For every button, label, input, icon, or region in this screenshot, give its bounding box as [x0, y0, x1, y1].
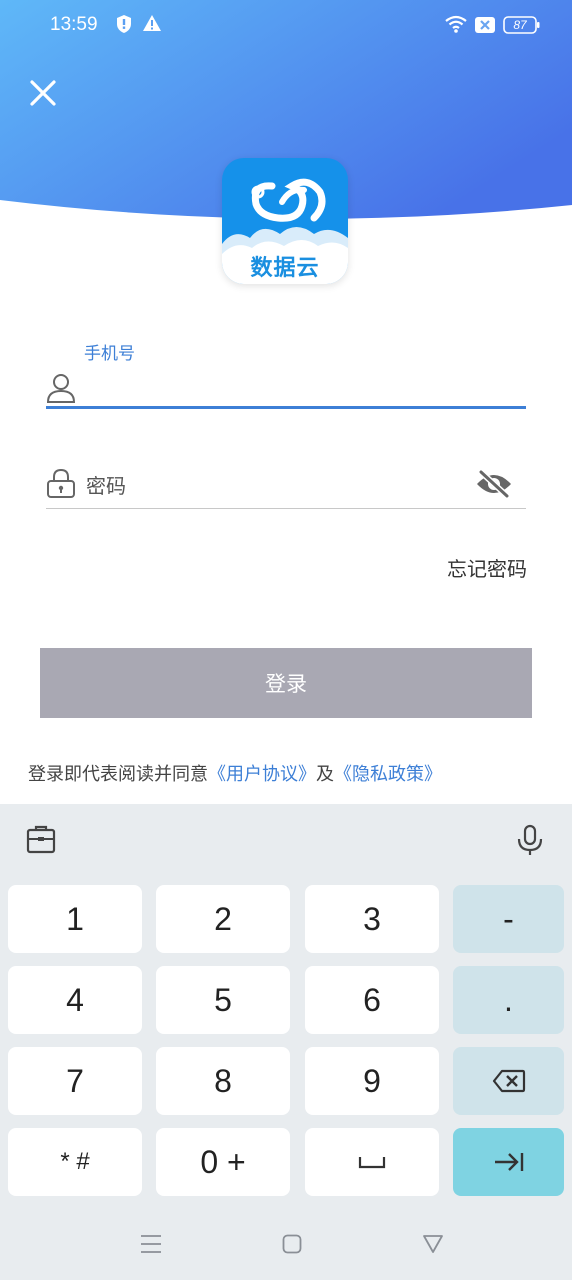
battery-level: 87 [513, 18, 527, 32]
navigation-bar [0, 1210, 572, 1280]
key-next[interactable] [453, 1128, 564, 1196]
battery-icon: 87 [503, 16, 540, 34]
password-underline [46, 508, 526, 509]
password-input[interactable] [84, 469, 468, 503]
agreement-text: 登录即代表阅读并同意《用户协议》及《隐私政策》 [28, 760, 442, 786]
wifi-icon [445, 15, 467, 33]
app-logo: 数据云 [222, 158, 348, 284]
key-8[interactable]: 8 [156, 1047, 290, 1115]
logo-text: 数据云 [250, 256, 320, 281]
key-space[interactable] [305, 1128, 439, 1196]
menu-icon[interactable] [140, 1234, 162, 1254]
login-button[interactable]: 登录 [40, 648, 532, 718]
home-icon[interactable] [282, 1234, 302, 1254]
agreement-conjunction: 及 [316, 764, 334, 785]
back-icon[interactable] [422, 1234, 444, 1254]
backspace-icon [492, 1069, 525, 1093]
key-backspace[interactable] [453, 1047, 564, 1115]
tab-next-icon [494, 1153, 523, 1171]
phone-underline [46, 406, 526, 409]
key-0-plus[interactable]: 0 + [156, 1128, 290, 1196]
warning-icon [143, 15, 161, 31]
key-1[interactable]: 1 [8, 885, 142, 953]
eye-off-icon[interactable] [475, 468, 513, 500]
phone-input[interactable] [84, 372, 518, 408]
key-5[interactable]: 5 [156, 966, 290, 1034]
clipboard-icon[interactable] [26, 824, 56, 854]
key-3[interactable]: 3 [305, 885, 439, 953]
key-6[interactable]: 6 [305, 966, 439, 1034]
agreement-prefix: 登录即代表阅读并同意 [28, 764, 208, 785]
phone-label: 手机号 [84, 344, 135, 364]
status-time: 13:59 [50, 14, 98, 35]
lock-icon [47, 468, 75, 498]
status-bar: 13:59 87 [0, 0, 572, 52]
user-icon [46, 374, 76, 403]
key-4[interactable]: 4 [8, 966, 142, 1034]
key-9[interactable]: 9 [305, 1047, 439, 1115]
privacy-policy-link[interactable]: 《隐私政策》 [334, 764, 442, 785]
key-minus[interactable]: - [453, 885, 564, 953]
key-star-hash[interactable]: * # [8, 1128, 142, 1196]
space-icon [358, 1157, 386, 1169]
key-dot[interactable]: . [453, 966, 564, 1034]
microphone-icon[interactable] [516, 824, 544, 856]
sim-off-icon [475, 17, 495, 33]
shield-icon [117, 15, 131, 33]
user-agreement-link[interactable]: 《用户协议》 [208, 764, 316, 785]
key-7[interactable]: 7 [8, 1047, 142, 1115]
forgot-password-link[interactable]: 忘记密码 [447, 553, 527, 582]
close-icon[interactable] [26, 76, 60, 110]
numeric-keyboard: 1 2 3 - 4 5 6 . 7 8 9 * # 0 + [0, 804, 572, 1280]
key-2[interactable]: 2 [156, 885, 290, 953]
